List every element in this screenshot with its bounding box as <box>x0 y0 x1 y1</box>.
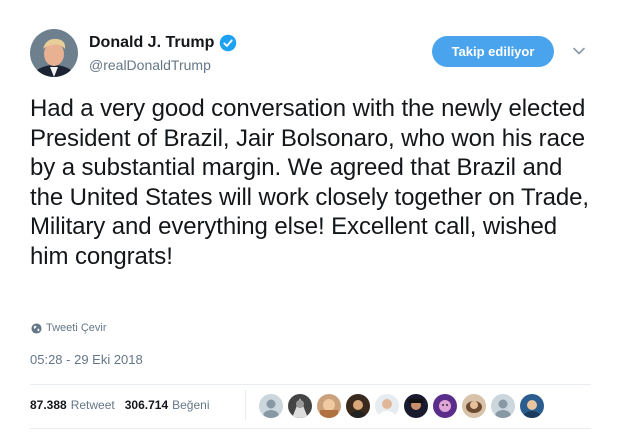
author-avatar[interactable] <box>30 29 78 77</box>
divider-top <box>30 384 591 385</box>
liker-avatar[interactable] <box>317 394 341 418</box>
liker-avatar[interactable] <box>346 394 370 418</box>
liker-avatar[interactable] <box>520 394 544 418</box>
like-label[interactable]: Beğeni <box>172 398 209 412</box>
liker-avatar[interactable] <box>404 394 428 418</box>
liker-avatar[interactable] <box>433 394 457 418</box>
liker-avatar[interactable] <box>259 394 283 418</box>
retweet-label[interactable]: Retweet <box>71 398 115 412</box>
retweet-count[interactable]: 87.388 <box>30 398 67 412</box>
following-button[interactable]: Takip ediliyor <box>432 36 554 67</box>
tweet-text: Had a very good conversation with the ne… <box>30 95 589 270</box>
author-name[interactable]: Donald J. Trump <box>89 34 214 52</box>
tweet-timestamp[interactable]: 05:28 - 29 Eki 2018 <box>30 352 143 367</box>
translate-label: Tweeti Çevir <box>46 322 107 334</box>
liker-avatar[interactable] <box>491 394 515 418</box>
tweet-stats: 87.388 Retweet 306.714 Beğeni <box>30 398 220 412</box>
divider-bottom <box>30 428 591 429</box>
author-handle[interactable]: @realDonaldTrump <box>89 57 211 73</box>
liker-avatar[interactable] <box>288 394 312 418</box>
globe-icon <box>31 322 42 334</box>
verified-badge-icon <box>220 34 237 52</box>
liker-avatar[interactable] <box>462 394 486 418</box>
like-count[interactable]: 306.714 <box>125 398 168 412</box>
liker-avatar[interactable] <box>375 394 399 418</box>
stats-separator <box>245 390 246 420</box>
chevron-down-icon[interactable] <box>572 44 586 58</box>
liker-avatars <box>259 394 549 418</box>
translate-tweet-link[interactable]: Tweeti Çevir <box>31 322 107 334</box>
